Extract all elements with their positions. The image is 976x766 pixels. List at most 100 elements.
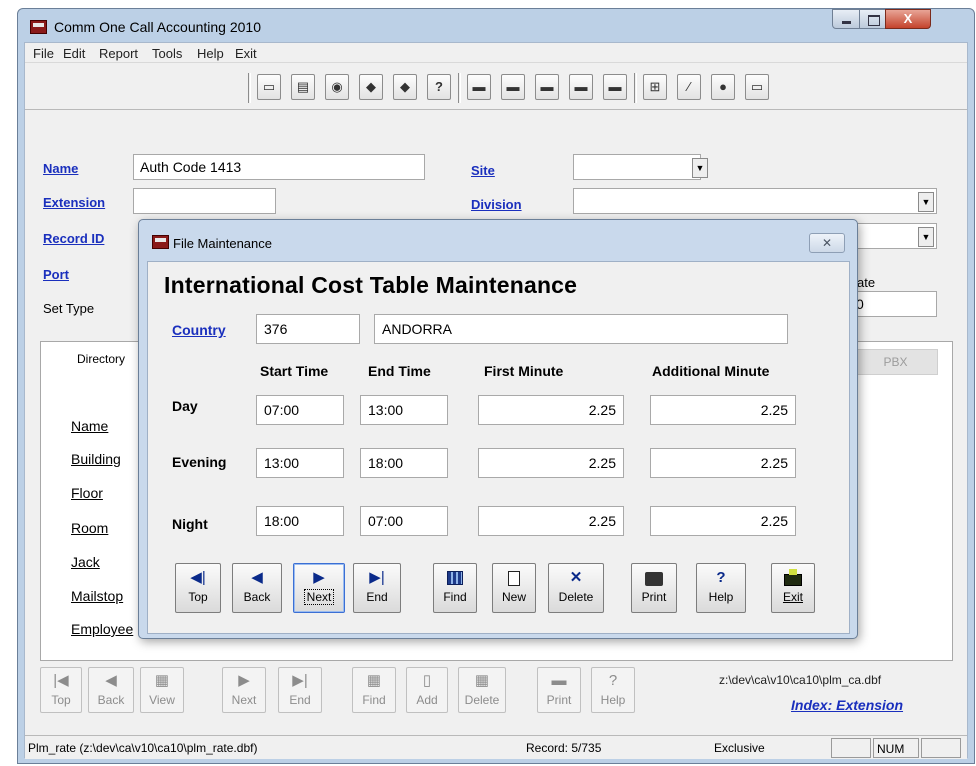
add-icon: ▯ bbox=[422, 672, 432, 689]
directory-room-label[interactable]: Room bbox=[71, 520, 108, 536]
nav-help-button[interactable]: ? Help bbox=[591, 667, 635, 713]
delete-button[interactable]: ✕ Delete bbox=[548, 563, 604, 613]
new-button[interactable]: New bbox=[492, 563, 536, 613]
menu-tools[interactable]: Tools bbox=[152, 46, 182, 61]
print-button[interactable]: Print bbox=[631, 563, 677, 613]
toolbar-separator bbox=[248, 73, 251, 103]
phone-icon[interactable]: ▬ bbox=[501, 74, 525, 100]
menu-edit[interactable]: Edit bbox=[63, 46, 85, 61]
directory-employee-label[interactable]: Employee bbox=[71, 621, 133, 637]
nav-end-button[interactable]: ▶| End bbox=[278, 667, 322, 713]
menu-exit[interactable]: Exit bbox=[235, 46, 257, 61]
nav-delete-button[interactable]: ▦ Delete bbox=[458, 667, 506, 713]
set-type-label: Set Type bbox=[43, 301, 95, 316]
day-start-field[interactable]: 07:00 bbox=[256, 395, 344, 425]
maximize-button[interactable] bbox=[859, 9, 886, 29]
day-additional-minute-field[interactable]: 2.25 bbox=[650, 395, 796, 425]
rate-field[interactable]: 0 bbox=[851, 291, 937, 317]
chevron-down-icon[interactable]: ▼ bbox=[918, 227, 934, 247]
evening-start-field[interactable]: 13:00 bbox=[256, 448, 344, 478]
nav-next-button[interactable]: ▶ Next bbox=[222, 667, 266, 713]
globe-icon[interactable]: ◉ bbox=[325, 74, 349, 100]
extension-link[interactable]: Extension bbox=[43, 195, 105, 210]
phone-icon[interactable]: ▬ bbox=[467, 74, 491, 100]
dialog-close-button[interactable]: ✕ bbox=[809, 233, 845, 253]
night-additional-minute-field[interactable]: 2.25 bbox=[650, 506, 796, 536]
title-bar[interactable]: Comm One Call Accounting 2010 X bbox=[18, 9, 974, 43]
night-end-field[interactable]: 07:00 bbox=[360, 506, 448, 536]
nav-top-button[interactable]: |◀ Top bbox=[40, 667, 82, 713]
directory-name-label[interactable]: Name bbox=[71, 418, 108, 434]
top-button[interactable]: ◀| Top bbox=[175, 563, 221, 613]
tab-directory[interactable]: Directory bbox=[77, 352, 125, 366]
folder-open-icon[interactable]: ▭ bbox=[257, 74, 281, 100]
exit-button[interactable]: Exit bbox=[771, 563, 815, 613]
org-chart-icon[interactable]: ⊞ bbox=[643, 74, 667, 100]
country-link[interactable]: Country bbox=[172, 322, 226, 338]
record-icon[interactable]: ● bbox=[711, 74, 735, 100]
name-field[interactable]: Auth Code 1413 bbox=[133, 154, 425, 180]
record-id-link[interactable]: Record ID bbox=[43, 231, 104, 246]
tag-icon[interactable]: ◆ bbox=[393, 74, 417, 100]
nav-add-button[interactable]: ▯ Add bbox=[406, 667, 448, 713]
nav-view-button[interactable]: ▦ View bbox=[140, 667, 184, 713]
next-button[interactable]: ▶ Next bbox=[293, 563, 345, 613]
next-icon: ▶ bbox=[238, 672, 250, 689]
last-icon: ▶| bbox=[292, 672, 308, 689]
evening-first-minute-field[interactable]: 2.25 bbox=[478, 448, 624, 478]
tab-pbx[interactable]: PBX bbox=[853, 349, 938, 375]
help-button[interactable]: ? Help bbox=[696, 563, 746, 613]
rate-label: ate bbox=[857, 275, 876, 290]
menu-report[interactable]: Report bbox=[99, 46, 138, 61]
night-first-minute-field[interactable]: 2.25 bbox=[478, 506, 624, 536]
card-icon[interactable]: ▭ bbox=[745, 74, 769, 100]
country-name-field[interactable]: ANDORRA bbox=[374, 314, 788, 344]
evening-end-field[interactable]: 18:00 bbox=[360, 448, 448, 478]
exit-door-icon bbox=[784, 569, 802, 586]
end-button[interactable]: ▶| End bbox=[353, 563, 401, 613]
phone-icon[interactable]: ▬ bbox=[569, 74, 593, 100]
view-icon: ▦ bbox=[154, 672, 170, 689]
back-button[interactable]: ◀ Back bbox=[232, 563, 282, 613]
day-first-minute-field[interactable]: 2.25 bbox=[478, 395, 624, 425]
directory-jack-label[interactable]: Jack bbox=[71, 554, 100, 570]
directory-floor-label[interactable]: Floor bbox=[71, 485, 103, 501]
phone-icon[interactable]: ▬ bbox=[535, 74, 559, 100]
row-label-evening: Evening bbox=[172, 454, 227, 470]
menu-help[interactable]: Help bbox=[197, 46, 224, 61]
back-icon: ◀ bbox=[251, 569, 263, 586]
name-link[interactable]: Name bbox=[43, 161, 78, 176]
country-code-field[interactable]: 376 bbox=[256, 314, 360, 344]
menu-file[interactable]: File bbox=[33, 46, 54, 61]
minimize-button[interactable] bbox=[832, 9, 860, 29]
directory-building-label[interactable]: Building bbox=[71, 451, 121, 467]
day-end-field[interactable]: 13:00 bbox=[360, 395, 448, 425]
close-button[interactable]: X bbox=[885, 9, 931, 29]
extension-field[interactable] bbox=[133, 188, 276, 214]
nav-print-button[interactable]: ▬ Print bbox=[537, 667, 581, 713]
phone-icon[interactable]: ▬ bbox=[603, 74, 627, 100]
toolbar-separator bbox=[458, 73, 461, 103]
find-button[interactable]: Find bbox=[433, 563, 477, 613]
evening-additional-minute-field[interactable]: 2.25 bbox=[650, 448, 796, 478]
index-link[interactable]: Index: Extension bbox=[791, 697, 903, 713]
division-select[interactable] bbox=[573, 188, 937, 214]
chevron-down-icon[interactable]: ▼ bbox=[692, 158, 708, 178]
delete-icon: ✕ bbox=[569, 569, 583, 586]
nav-back-button[interactable]: ◀ Back bbox=[88, 667, 134, 713]
additional-minute-header: Additional Minute bbox=[652, 363, 770, 379]
app-icon bbox=[152, 235, 169, 249]
tag-icon[interactable]: ◆ bbox=[359, 74, 383, 100]
site-link[interactable]: Site bbox=[471, 163, 495, 178]
chevron-down-icon[interactable]: ▼ bbox=[918, 192, 934, 212]
directory-mailstop-label[interactable]: Mailstop bbox=[71, 588, 123, 604]
site-select[interactable] bbox=[573, 154, 701, 180]
night-start-field[interactable]: 18:00 bbox=[256, 506, 344, 536]
print-icon[interactable]: ▤ bbox=[291, 74, 315, 100]
help-icon: ? bbox=[608, 672, 618, 689]
division-link[interactable]: Division bbox=[471, 197, 522, 212]
nav-find-button[interactable]: ▦ Find bbox=[352, 667, 396, 713]
help-icon[interactable]: ? bbox=[427, 74, 451, 100]
edit-icon[interactable]: ∕ bbox=[677, 74, 701, 100]
port-link[interactable]: Port bbox=[43, 267, 69, 282]
